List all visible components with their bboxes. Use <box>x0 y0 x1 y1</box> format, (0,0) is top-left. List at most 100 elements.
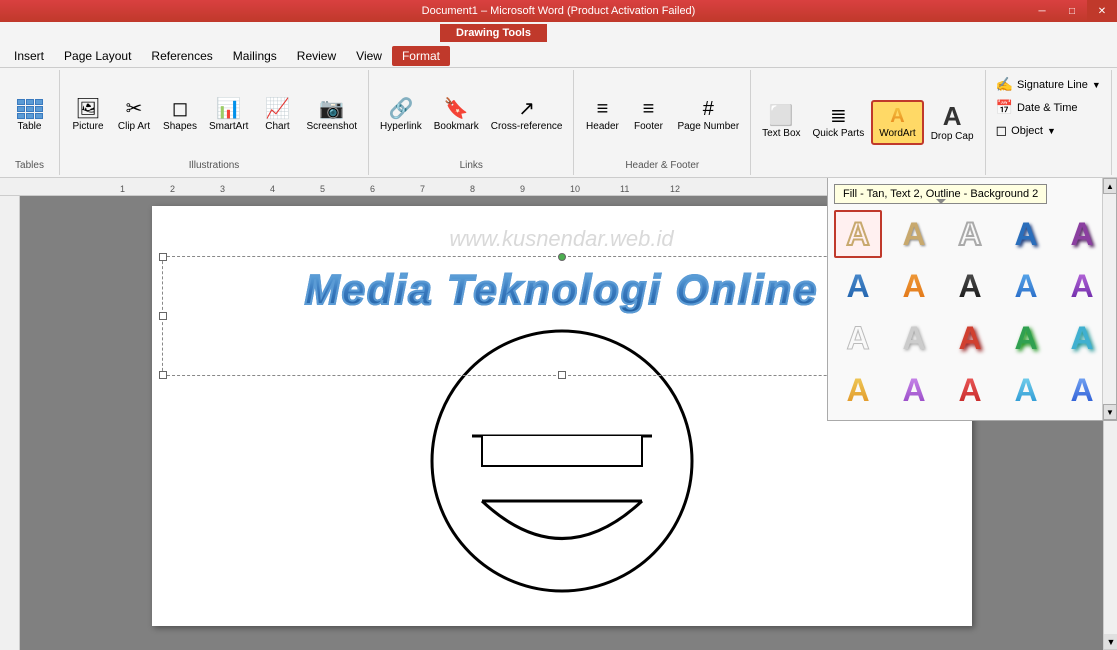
ribbon-group-illustrations: 🖼 Picture ✂ Clip Art ◻ Shapes 📊 SmartArt… <box>60 70 369 175</box>
wordart-icon: A <box>890 106 904 126</box>
wordart-button[interactable]: A WordArt <box>871 100 924 145</box>
menu-format[interactable]: Format <box>392 46 450 66</box>
handle-bottom-left[interactable] <box>159 371 167 379</box>
screenshot-button[interactable]: 📷 Screenshot <box>301 95 362 136</box>
circle-drawing[interactable] <box>422 316 702 609</box>
tables-group-label: Tables <box>15 156 44 171</box>
clip-art-button[interactable]: ✂ Clip Art <box>112 95 156 136</box>
wordart-style-5[interactable]: A <box>1058 210 1106 258</box>
close-button[interactable]: ✕ <box>1087 0 1117 22</box>
window-controls: ─ □ ✕ <box>1027 0 1117 22</box>
wordart-style-9[interactable]: A <box>1002 262 1050 310</box>
signature-icon: ✍ <box>996 76 1013 93</box>
menu-view[interactable]: View <box>346 46 392 66</box>
ribbon: Table Tables 🖼 Picture ✂ Clip Art ◻ Shap… <box>0 68 1117 178</box>
object-icon: ◻ <box>996 122 1008 139</box>
title-bar: Document1 – Microsoft Word (Product Acti… <box>0 0 1117 22</box>
ribbon-group-tables: Table Tables <box>0 70 60 175</box>
wordart-tooltip: Fill - Tan, Text 2, Outline - Background… <box>834 184 1047 204</box>
illustrations-group-label: Illustrations <box>189 156 240 171</box>
wordart-style-6[interactable]: A <box>834 262 882 310</box>
wordart-style-12[interactable]: A <box>890 314 938 362</box>
wordart-style-10[interactable]: A <box>1058 262 1106 310</box>
signature-line-button[interactable]: ✍ Signature Line ▼ <box>992 74 1105 95</box>
ribbon-group-signature: ✍ Signature Line ▼ 📅 Date & Time ◻ Objec… <box>986 70 1112 175</box>
page-number-icon: # <box>703 99 714 119</box>
table-label: Table <box>18 121 42 132</box>
shapes-button[interactable]: ◻ Shapes <box>158 95 202 136</box>
ribbon-group-text: ⬜ Text Box ≣ Quick Parts A WordArt A Dro… <box>751 70 985 175</box>
wordart-style-15[interactable]: A <box>1058 314 1106 362</box>
title-text: Document1 – Microsoft Word (Product Acti… <box>422 5 696 17</box>
panel-scroll-up[interactable]: ▲ <box>1103 178 1117 194</box>
wordart-style-8[interactable]: A <box>946 262 994 310</box>
wordart-style-18[interactable]: A <box>946 366 994 414</box>
clip-art-icon: ✂ <box>126 99 143 119</box>
wordart-style-17[interactable]: A <box>890 366 938 414</box>
header-footer-group-label: Header & Footer <box>625 156 699 171</box>
drawing-tools-tab: Drawing Tools <box>440 24 547 42</box>
menu-page-layout[interactable]: Page Layout <box>54 46 141 66</box>
wordart-style-13[interactable]: A <box>946 314 994 362</box>
screenshot-icon: 📷 <box>319 99 344 119</box>
textbox-icon: ⬜ <box>769 106 794 126</box>
menu-review[interactable]: Review <box>287 46 346 66</box>
wordart-styles-panel: Fill - Tan, Text 2, Outline - Background… <box>827 178 1117 421</box>
quickparts-button[interactable]: ≣ Quick Parts <box>808 102 870 143</box>
header-button[interactable]: ≡ Header <box>580 95 624 136</box>
maximize-button[interactable]: □ <box>1057 0 1087 22</box>
dropcap-button[interactable]: A Drop Cap <box>926 99 979 146</box>
hyperlink-button[interactable]: 🔗 Hyperlink <box>375 95 427 136</box>
menu-insert[interactable]: Insert <box>4 46 54 66</box>
object-button[interactable]: ◻ Object ▼ <box>992 120 1105 141</box>
date-time-button[interactable]: 📅 Date & Time <box>992 97 1105 118</box>
wordart-style-1[interactable]: A <box>834 210 882 258</box>
wordart-style-2[interactable]: A <box>890 210 938 258</box>
wordart-style-7[interactable]: A <box>890 262 938 310</box>
picture-icon: 🖼 <box>75 99 100 119</box>
picture-button[interactable]: 🖼 Picture <box>66 95 110 136</box>
minimize-button[interactable]: ─ <box>1027 0 1057 22</box>
links-group-label: Links <box>460 156 483 171</box>
smartart-button[interactable]: 📊 SmartArt <box>204 95 253 136</box>
footer-button[interactable]: ≡ Footer <box>626 95 670 136</box>
wordart-style-14[interactable]: A <box>1002 314 1050 362</box>
smartart-icon: 📊 <box>216 99 241 119</box>
shapes-icon: ◻ <box>172 99 189 119</box>
wordart-style-16[interactable]: A <box>834 366 882 414</box>
menu-references[interactable]: References <box>141 46 222 66</box>
ribbon-group-header-footer: ≡ Header ≡ Footer # Page Number Header &… <box>574 70 751 175</box>
circle-svg <box>422 316 702 606</box>
panel-scroll-down[interactable]: ▼ <box>1103 404 1117 420</box>
bookmark-button[interactable]: 🔖 Bookmark <box>429 95 484 136</box>
wordart-style-11[interactable]: A <box>834 314 882 362</box>
panel-scrollbar: ▲ ▼ <box>1102 178 1116 420</box>
dropcap-icon: A <box>943 103 962 129</box>
handle-top-left[interactable] <box>159 253 167 261</box>
bookmark-icon: 🔖 <box>444 99 469 119</box>
handle-top-center[interactable] <box>558 253 566 261</box>
header-icon: ≡ <box>597 99 609 119</box>
left-sidebar <box>0 196 20 650</box>
scroll-down-button[interactable]: ▼ <box>1104 634 1117 650</box>
drawing-tools-banner: Drawing Tools <box>0 22 1117 44</box>
ribbon-group-symbols: π Equation Ω Symbol Symbols <box>1112 70 1117 175</box>
hyperlink-icon: 🔗 <box>388 99 413 119</box>
menu-mailings[interactable]: Mailings <box>223 46 287 66</box>
chart-button[interactable]: 📈 Chart <box>255 95 299 136</box>
menu-bar: Insert Page Layout References Mailings R… <box>0 44 1117 68</box>
quickparts-icon: ≣ <box>830 106 847 126</box>
wordart-style-20[interactable]: A <box>1058 366 1106 414</box>
cross-reference-icon: ↗ <box>518 99 535 119</box>
chart-icon: 📈 <box>265 99 290 119</box>
wordart-style-19[interactable]: A <box>1002 366 1050 414</box>
table-button[interactable]: Table <box>8 95 52 136</box>
table-icon <box>17 99 43 119</box>
textbox-button[interactable]: ⬜ Text Box <box>757 102 805 143</box>
wordart-style-4[interactable]: A <box>1002 210 1050 258</box>
cross-reference-button[interactable]: ↗ Cross-reference <box>486 95 568 136</box>
date-time-icon: 📅 <box>996 99 1013 116</box>
wordart-style-3[interactable]: A <box>946 210 994 258</box>
ribbon-group-links: 🔗 Hyperlink 🔖 Bookmark ↗ Cross-reference… <box>369 70 574 175</box>
page-number-button[interactable]: # Page Number <box>672 95 744 136</box>
